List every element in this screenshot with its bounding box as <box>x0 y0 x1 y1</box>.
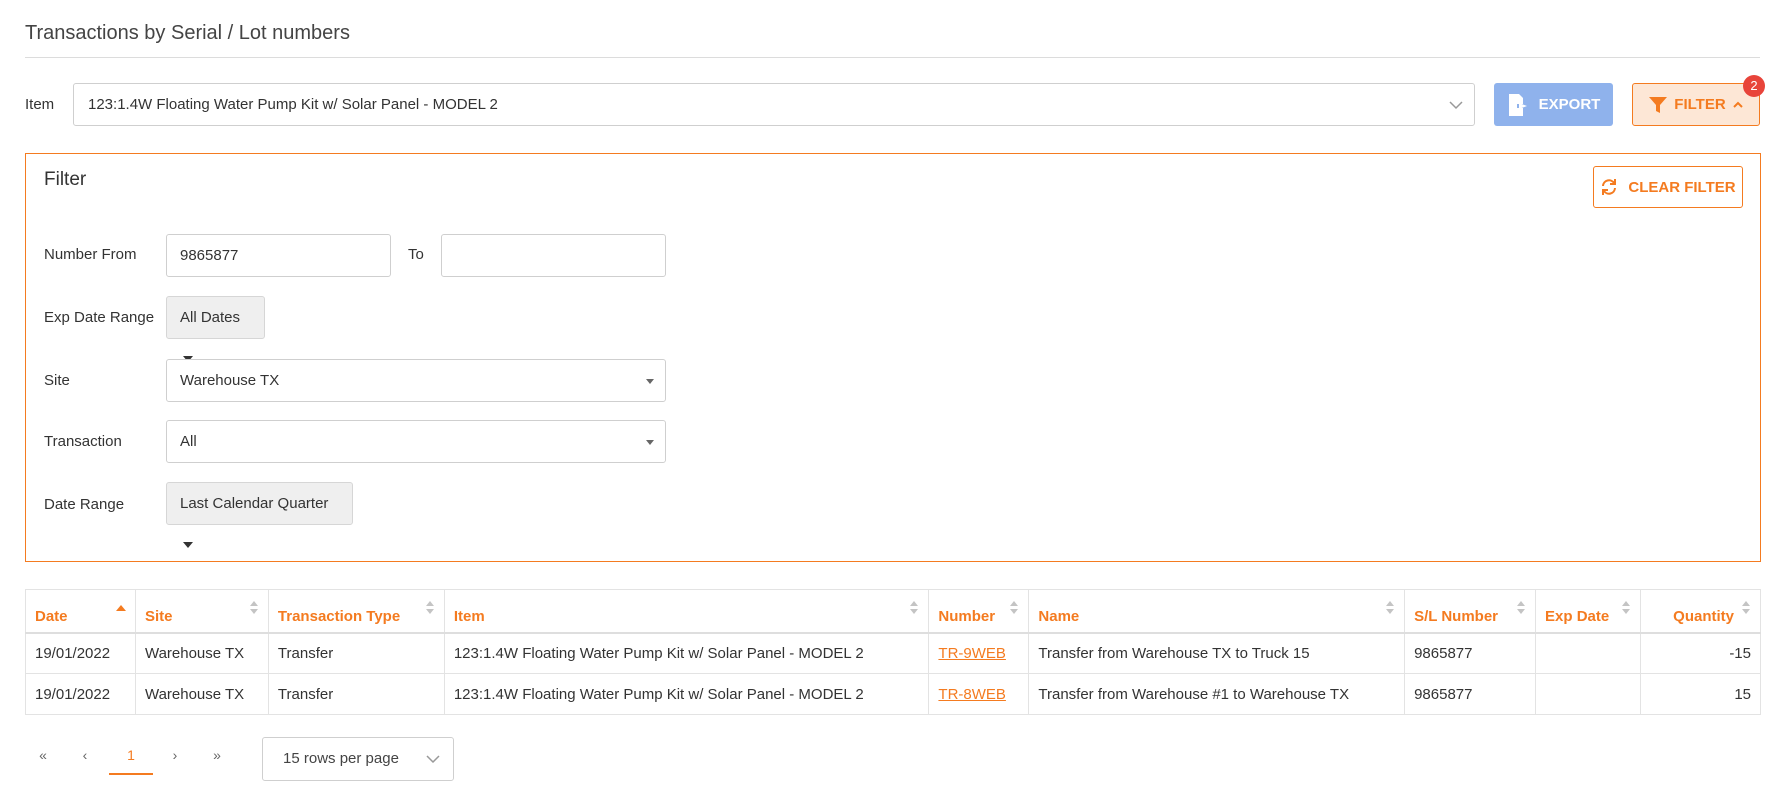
export-file-icon <box>1508 93 1527 116</box>
column-header-label: Site <box>144 608 173 626</box>
sort-icon <box>425 601 435 615</box>
cell-exp-date <box>1535 673 1641 715</box>
cell-number: TR-9WEB <box>928 632 1030 674</box>
column-header-label: Quantity <box>1673 608 1734 626</box>
rows-per-page-value: 15 rows per page <box>283 750 399 767</box>
exp-date-range-value: All Dates <box>180 309 241 326</box>
column-header-label: Item <box>453 608 485 626</box>
sort-icon <box>1621 601 1631 615</box>
current-page-button[interactable]: 1 <box>109 737 153 775</box>
cell-name: Transfer from Warehouse TX to Truck 15 <box>1028 632 1406 674</box>
cell-sl-number: 9865877 <box>1404 673 1537 715</box>
cell-exp-date <box>1535 632 1641 674</box>
sort-icon <box>1385 601 1395 615</box>
exp-date-range-label: Exp Date Range <box>44 309 155 326</box>
filter-toggle-button[interactable]: FILTER <box>1632 83 1760 126</box>
previous-page-button[interactable]: ‹ <box>67 737 103 775</box>
column-header-label: S/L Number <box>1414 608 1498 626</box>
column-header-label: Name <box>1038 608 1080 626</box>
cell-site: Warehouse TX <box>134 673 269 715</box>
number-from-label: Number From <box>44 246 137 263</box>
number-to-label: To <box>408 246 424 263</box>
last-page-button[interactable]: » <box>199 737 235 775</box>
sort-icon <box>1741 601 1751 615</box>
transaction-label: Transaction <box>44 433 122 450</box>
refresh-icon <box>1602 179 1617 195</box>
transactions-table: Date Site Transaction Type Item Number N… <box>25 589 1762 715</box>
cell-transaction-type: Transfer <box>267 673 445 715</box>
cell-site: Warehouse TX <box>134 632 269 674</box>
chevron-down-icon <box>1449 101 1463 110</box>
cell-transaction-type: Transfer <box>267 632 445 674</box>
site-select-value: Warehouse TX <box>180 372 280 389</box>
item-select-value: 123:1.4W Floating Water Pump Kit w/ Sola… <box>88 96 498 113</box>
cell-date: 19/01/2022 <box>25 673 136 715</box>
transaction-number-link[interactable]: TR-8WEB <box>938 686 1006 703</box>
item-label: Item <box>25 96 55 113</box>
funnel-icon <box>1649 96 1668 113</box>
cell-name: Transfer from Warehouse #1 to Warehouse … <box>1028 673 1406 715</box>
number-from-input[interactable]: 9865877 <box>166 234 391 277</box>
date-range-label: Date Range <box>44 496 125 513</box>
chevron-down-icon <box>426 755 440 764</box>
column-header-label: Transaction Type <box>277 608 401 626</box>
column-header-name[interactable]: Name <box>1028 589 1406 634</box>
column-header-label: Date <box>35 608 68 626</box>
sort-icon <box>1009 601 1019 615</box>
column-header-number[interactable]: Number <box>928 589 1030 634</box>
column-header-quantity[interactable]: Quantity <box>1639 589 1762 634</box>
page: Transactions by Serial / Lot numbers Ite… <box>0 0 1786 791</box>
transaction-number-link[interactable]: TR-9WEB <box>938 645 1006 662</box>
column-header-label: Exp Date <box>1545 608 1610 626</box>
table-header-row: Date Site Transaction Type Item Number N… <box>25 589 1762 634</box>
chevron-up-icon <box>1732 101 1743 108</box>
column-header-site[interactable]: Site <box>134 589 269 634</box>
cell-item: 123:1.4W Floating Water Pump Kit w/ Sola… <box>443 632 930 674</box>
rows-per-page-select[interactable]: 15 rows per page <box>262 737 454 781</box>
caret-down-icon <box>183 542 193 549</box>
column-header-item[interactable]: Item <box>443 589 930 634</box>
cell-quantity: -15 <box>1639 632 1762 674</box>
transaction-select-value: All <box>180 433 197 450</box>
number-to-input[interactable] <box>441 234 666 277</box>
caret-down-icon <box>646 379 654 384</box>
table-row: 19/01/2022 Warehouse TX Transfer 123:1.4… <box>25 632 1762 674</box>
date-range-value: Last Calendar Quarter <box>180 495 329 512</box>
site-label: Site <box>44 372 70 389</box>
filter-count-badge: 2 <box>1743 75 1765 97</box>
sort-ascending-icon <box>115 605 126 611</box>
page-title: Transactions by Serial / Lot numbers <box>25 22 350 44</box>
sort-icon <box>249 601 259 615</box>
filter-label: FILTER <box>1674 96 1726 113</box>
column-header-transaction-type[interactable]: Transaction Type <box>267 589 445 634</box>
table-row: 19/01/2022 Warehouse TX Transfer 123:1.4… <box>25 673 1762 715</box>
column-header-exp-date[interactable]: Exp Date <box>1535 589 1641 634</box>
cell-item: 123:1.4W Floating Water Pump Kit w/ Sola… <box>443 673 930 715</box>
column-header-sl-number[interactable]: S/L Number <box>1404 589 1537 634</box>
next-page-button[interactable]: › <box>157 737 193 775</box>
title-divider <box>25 57 1760 58</box>
column-header-label: Number <box>938 608 996 626</box>
sort-icon <box>909 601 919 615</box>
exp-date-range-button[interactable]: All Dates <box>166 296 265 363</box>
site-select[interactable]: Warehouse TX <box>166 359 666 402</box>
export-label: EXPORT <box>1538 96 1601 113</box>
date-range-button[interactable]: Last Calendar Quarter <box>166 482 353 549</box>
cell-sl-number: 9865877 <box>1404 632 1537 674</box>
cell-number: TR-8WEB <box>928 673 1030 715</box>
filter-panel-title: Filter <box>44 169 87 190</box>
sort-icon <box>1516 601 1526 615</box>
cell-quantity: 15 <box>1639 673 1762 715</box>
clear-filter-label: CLEAR FILTER <box>1628 178 1736 196</box>
caret-down-icon <box>646 440 654 445</box>
transaction-select[interactable]: All <box>166 420 666 463</box>
item-select[interactable]: 123:1.4W Floating Water Pump Kit w/ Sola… <box>73 83 1475 126</box>
first-page-button[interactable]: « <box>25 737 61 775</box>
cell-date: 19/01/2022 <box>25 632 136 674</box>
column-header-date[interactable]: Date <box>25 589 136 634</box>
filter-panel: Filter CLEAR FILTER Number From 9865877 … <box>25 153 1761 562</box>
export-button[interactable]: EXPORT <box>1494 83 1613 126</box>
clear-filter-button[interactable]: CLEAR FILTER <box>1593 166 1743 208</box>
